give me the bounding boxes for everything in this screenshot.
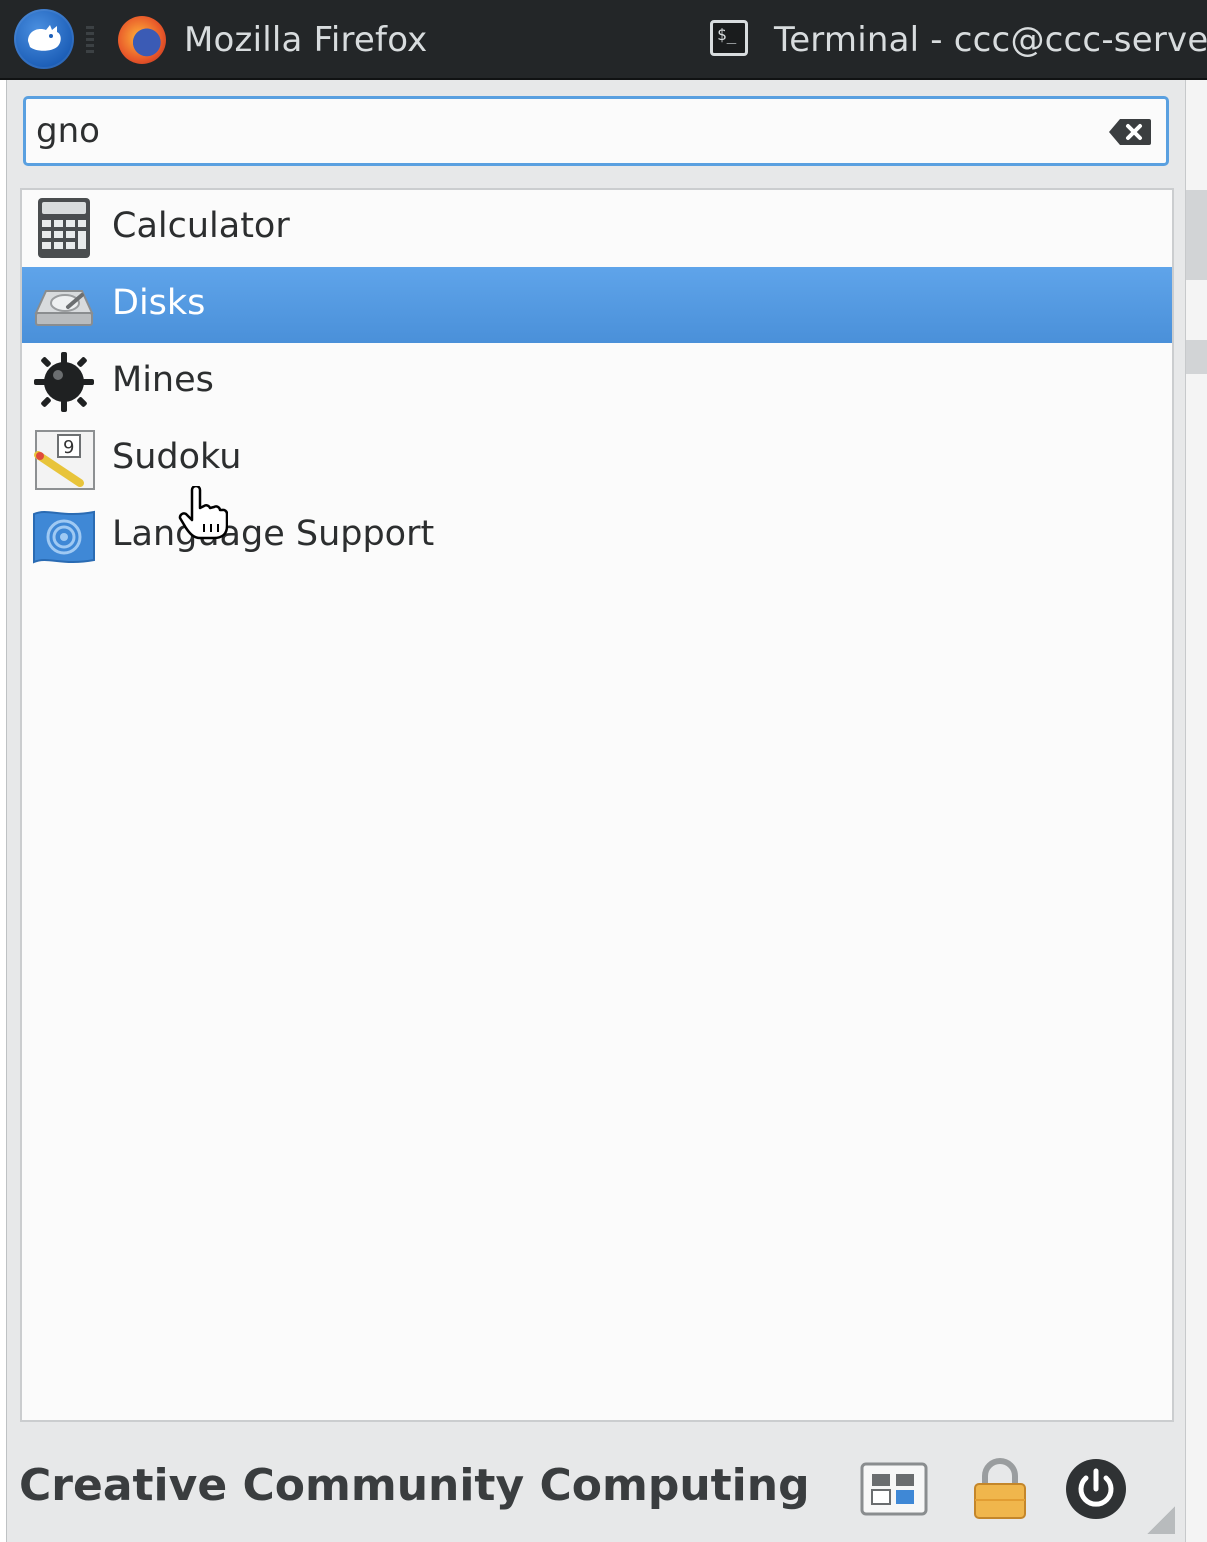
taskbar-item-label: Terminal - ccc@ccc-server bbox=[774, 20, 1207, 60]
search-input[interactable] bbox=[36, 109, 1096, 153]
lock-screen-icon[interactable] bbox=[965, 1456, 1035, 1522]
mines-icon bbox=[34, 352, 94, 412]
firefox-icon bbox=[118, 16, 166, 64]
list-item-label: Disks bbox=[112, 283, 206, 323]
list-item-label: Mines bbox=[112, 360, 214, 400]
top-panel: Mozilla Firefox $_ Terminal - ccc@ccc-se… bbox=[0, 0, 1207, 80]
sudoku-icon: 9 bbox=[34, 430, 95, 490]
background-window bbox=[1186, 80, 1207, 1542]
search-results-list: Calculator Disks Mines 9 Sudoku Language… bbox=[20, 188, 1174, 1422]
clear-search-icon[interactable] bbox=[1108, 118, 1152, 146]
list-item-label: Sudoku bbox=[112, 437, 242, 477]
list-item-label: Language Support bbox=[112, 514, 435, 554]
power-icon[interactable] bbox=[1061, 1456, 1131, 1522]
taskbar-item-label: Mozilla Firefox bbox=[184, 20, 428, 60]
list-item[interactable]: Mines bbox=[22, 344, 1172, 420]
taskbar-item-terminal[interactable]: $_ Terminal - ccc@ccc-server bbox=[700, 6, 1207, 72]
list-item-label: Calculator bbox=[112, 206, 290, 246]
calculator-icon bbox=[38, 198, 90, 258]
list-item[interactable]: Calculator bbox=[22, 190, 1172, 266]
terminal-icon: $_ bbox=[710, 20, 748, 56]
application-menu: Calculator Disks bbox=[6, 80, 1186, 1542]
taskbar-item-firefox[interactable]: Mozilla Firefox bbox=[110, 6, 470, 72]
search-box[interactable] bbox=[23, 96, 1169, 166]
language-support-icon bbox=[33, 510, 95, 564]
hand-pointer-icon bbox=[178, 486, 228, 540]
settings-manager-icon[interactable] bbox=[859, 1456, 929, 1522]
resize-grip[interactable] bbox=[1147, 1506, 1175, 1534]
user-name: Creative Community Computing bbox=[19, 1460, 810, 1511]
background-window-toolbar bbox=[1186, 340, 1207, 374]
xfce-menu-icon[interactable] bbox=[14, 9, 74, 69]
background-window-scrollbar bbox=[1186, 190, 1207, 280]
list-item-selected[interactable]: Disks bbox=[22, 267, 1172, 343]
svg-text:9: 9 bbox=[63, 437, 74, 458]
panel-handle[interactable] bbox=[86, 26, 94, 54]
disks-icon bbox=[34, 290, 94, 326]
